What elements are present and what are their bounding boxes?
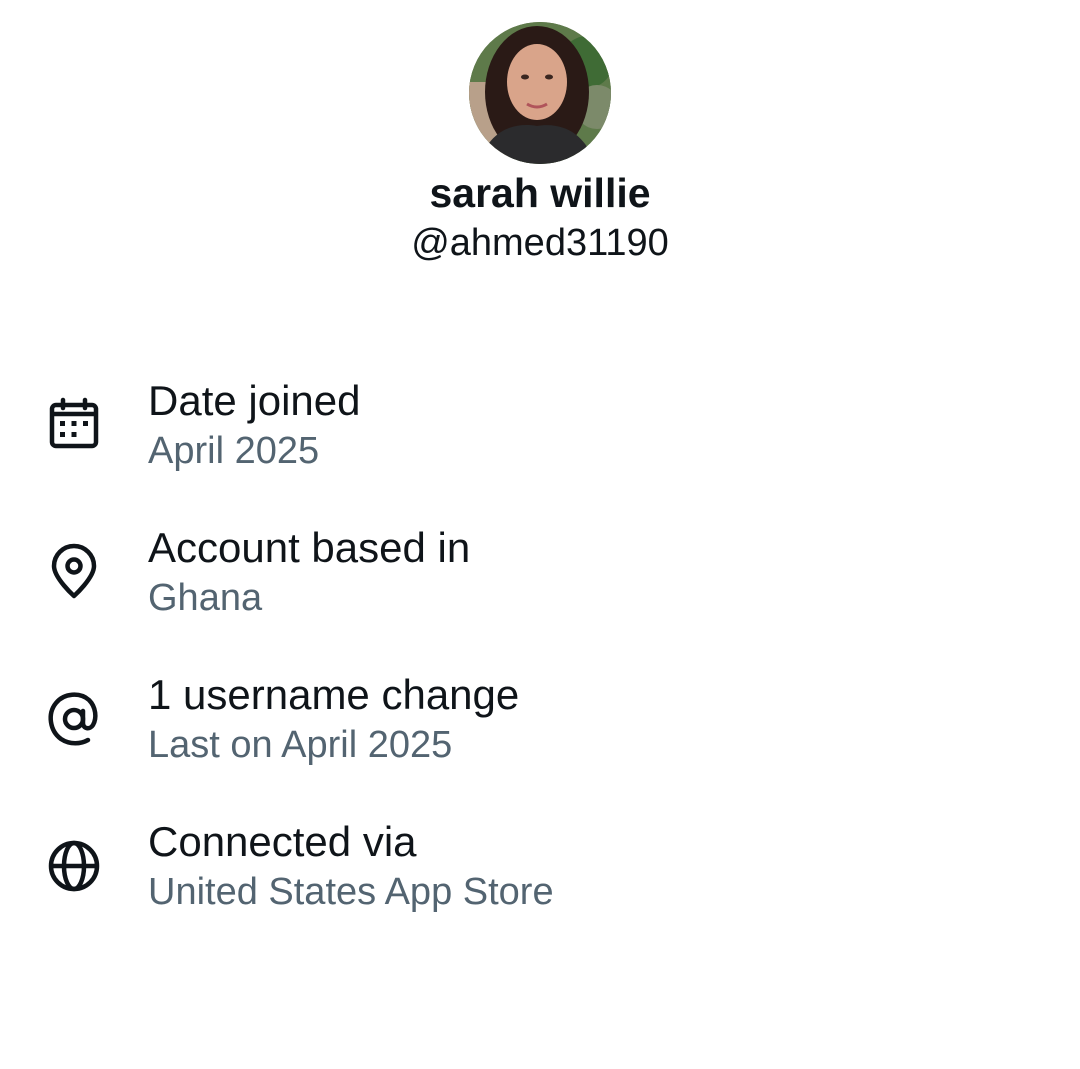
username-handle: @ahmed31190 [411,222,669,264]
globe-icon [44,836,104,896]
date-joined-value: April 2025 [148,430,320,472]
info-row-connected-via: Connected via United States App Store [0,816,1080,936]
at-sign-icon [44,689,104,749]
username-change-label: 1 username change [148,671,520,718]
account-location-value: Ghana [148,577,263,619]
info-row-username-change: 1 username change Last on April 2025 [0,669,1080,789]
location-pin-icon [44,542,104,602]
account-location-label: Account based in [148,524,471,571]
date-joined-label: Date joined [148,377,361,424]
calendar-icon [44,394,104,454]
avatar[interactable] [469,22,611,164]
info-row-account-location: Account based in Ghana [0,522,1080,642]
connected-via-label: Connected via [148,818,417,865]
display-name: sarah willie [429,170,651,216]
info-row-date-joined: Date joined April 2025 [0,375,1080,495]
connected-via-value: United States App Store [148,871,554,913]
username-change-value: Last on April 2025 [148,724,453,766]
avatar-image [469,22,611,164]
